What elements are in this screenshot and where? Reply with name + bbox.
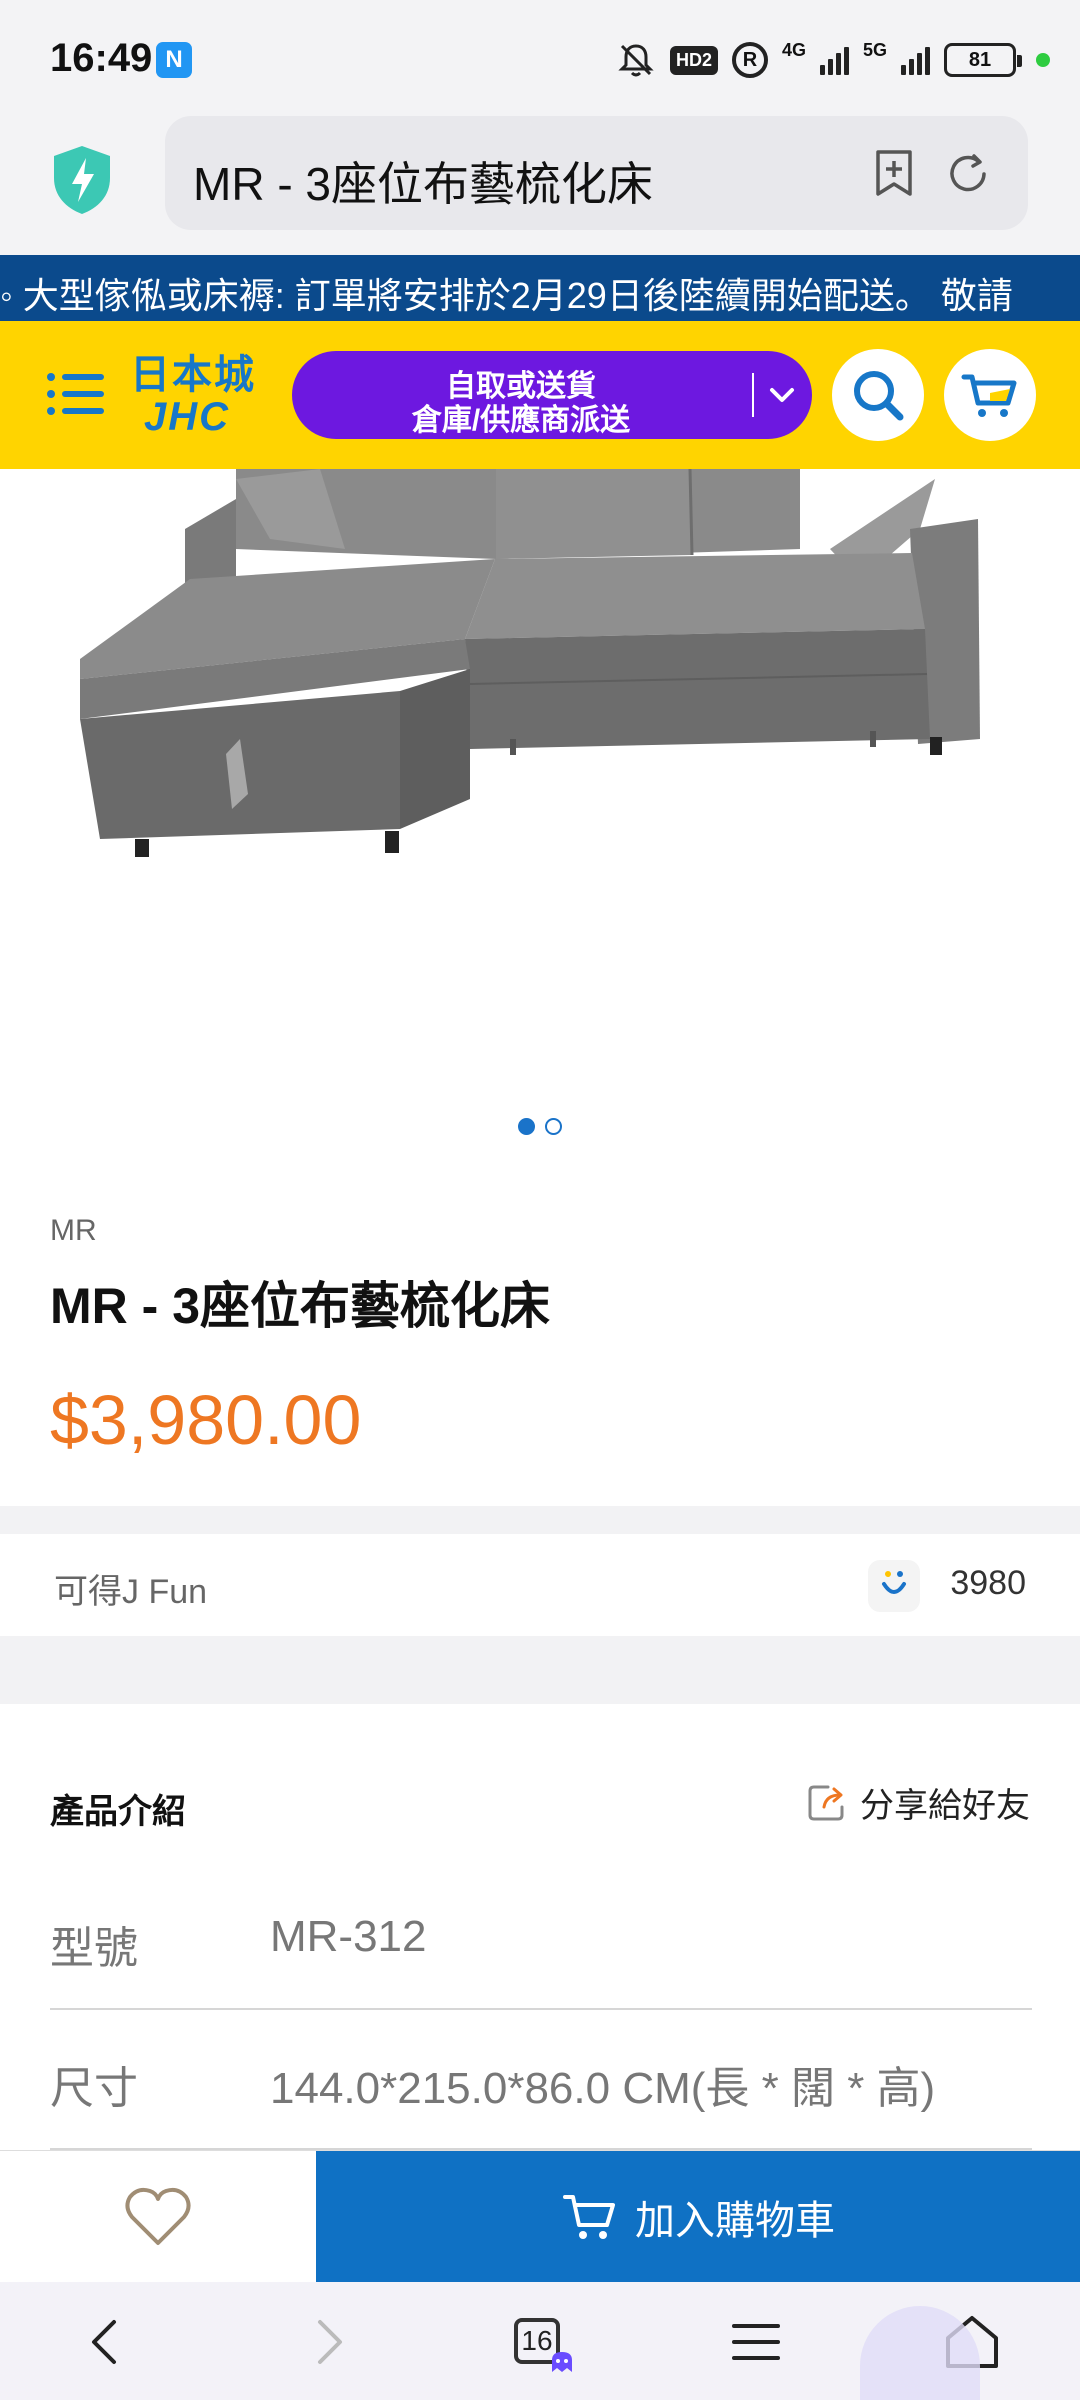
spec-value: 144.0*215.0*86.0 CM(長 * 闊 * 高) [270, 2064, 936, 2113]
shopping-cart-icon [563, 2195, 615, 2239]
jfun-label: 可得J Fun [54, 1573, 208, 1611]
signal-icon [819, 45, 849, 75]
bell-off-icon [618, 44, 654, 77]
product-price: $3,980.00 [50, 1381, 362, 1459]
forward-icon[interactable] [296, 2310, 360, 2374]
shopping-cart-icon [961, 374, 1017, 417]
heart-icon [125, 2187, 191, 2245]
product-action-bar: 加入購物車 [0, 2150, 1080, 2283]
share-icon [808, 1785, 844, 1821]
menu-icon[interactable] [724, 2310, 788, 2374]
jfun-value: 3980 [950, 1564, 1026, 1602]
store-header: 日本城 JHC 自取或送貨 倉庫/供應商派送 [0, 321, 1080, 469]
logo-chinese: 日本城 [130, 353, 256, 397]
add-to-cart-button[interactable]: 加入購物車 [316, 2151, 1080, 2283]
tabs-button[interactable]: 16 [508, 2310, 572, 2374]
status-indicators: HD2 R 4G 5G 81 [616, 38, 1050, 82]
privacy-indicator-dot [1036, 53, 1050, 67]
carousel-dot-2[interactable] [545, 1118, 562, 1135]
security-shield-icon[interactable] [50, 144, 114, 216]
ghost-badge-icon [552, 2352, 572, 2372]
section-divider [0, 1506, 1080, 1534]
network-5g-label: 5G [862, 39, 887, 60]
jfun-points-row: 可得J Fun 3980 [0, 1534, 1080, 1636]
carousel-indicator [0, 1118, 1080, 1138]
delivery-divider [752, 373, 754, 417]
back-icon[interactable] [74, 2310, 138, 2374]
add-bookmark-icon[interactable] [870, 148, 918, 198]
nfc-icon: N [156, 42, 192, 78]
network-4g-label: 4G [781, 39, 806, 60]
address-bar[interactable]: MR - 3座位布藝梳化床 [165, 116, 1028, 230]
spec-value: MR-312 [270, 1912, 427, 1961]
spec-row-size: 尺寸 144.0*215.0*86.0 CM(長 * 闊 * 高) [50, 2010, 1032, 2150]
browser-toolbar: MR - 3座位布藝梳化床 [0, 110, 1080, 255]
store-logo[interactable]: 日本城 JHC [130, 353, 260, 439]
sofa-bed-image [80, 469, 980, 857]
delivery-method-selector[interactable]: 自取或送貨 倉庫/供應商派送 [292, 351, 812, 439]
product-title: MR - 3座位布藝梳化床 [50, 1278, 550, 1334]
address-bar-title: MR - 3座位布藝梳化床 [193, 158, 653, 210]
share-label: 分享給好友 [860, 1786, 1030, 1825]
search-button[interactable] [832, 349, 924, 441]
reload-icon[interactable] [944, 150, 992, 198]
hamburger-menu-icon[interactable] [46, 369, 106, 419]
status-time: 16:49 [50, 36, 153, 80]
spec-label: 尺寸 [50, 2064, 138, 2113]
share-button[interactable]: 分享給好友 [806, 1780, 1030, 1825]
spec-row-model: 型號 MR-312 [50, 1870, 1032, 2010]
spec-label: 型號 [50, 1924, 138, 1973]
carousel-dot-1[interactable] [518, 1118, 535, 1135]
delivery-line2: 倉庫/供應商派送 [411, 404, 631, 437]
announcement-banner[interactable]: ◦ 大型傢俬或床褥: 訂單將安排於2月29日後陸續開始配送。 敬請 [0, 255, 1080, 321]
product-intro-heading: 產品介紹 [50, 1793, 186, 1831]
favorite-button[interactable] [0, 2151, 316, 2283]
signal-icon [901, 45, 930, 75]
chevron-down-icon [770, 388, 794, 402]
status-bar: 16:49 N HD2 R 4G 5G 81 [0, 0, 1080, 110]
hd-voice-icon: HD2 [669, 45, 718, 75]
section-divider [0, 1636, 1080, 1704]
announcement-text: ◦ 大型傢俬或床褥: 訂單將安排於2月29日後陸續開始配送。 敬請 [0, 275, 1013, 316]
jfun-logo-icon [868, 1560, 920, 1612]
roaming-icon: R [731, 42, 768, 78]
add-to-cart-label: 加入購物車 [635, 2199, 835, 2243]
search-icon [854, 371, 904, 421]
logo-english: JHC [144, 395, 231, 439]
product-brand[interactable]: MR [50, 1214, 97, 1248]
cart-button[interactable] [944, 349, 1036, 441]
product-image-carousel[interactable] [0, 469, 1080, 1149]
battery-icon: 81 [944, 43, 1022, 77]
